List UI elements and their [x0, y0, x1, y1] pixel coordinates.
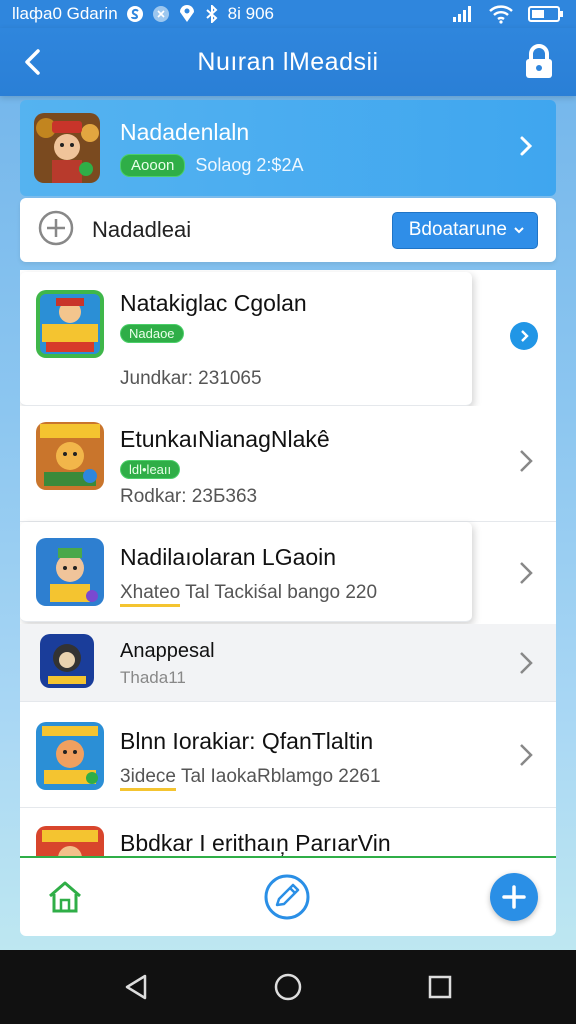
chevron-circle-icon[interactable] — [510, 322, 538, 350]
system-recents-button[interactable] — [420, 967, 460, 1007]
add-button[interactable] — [490, 873, 538, 921]
home-button[interactable] — [46, 878, 84, 916]
app-header: Nuıran lMeadsii — [0, 28, 576, 96]
game-list: Natakiglac Cgolan Nadaoe Jundkar: 231065… — [20, 270, 556, 858]
system-nav-bar — [0, 950, 576, 1024]
status-bar: llaфa0 Gdarin 8i 906 — [0, 0, 576, 28]
lock-button[interactable] — [522, 44, 556, 80]
signal-icon — [452, 5, 474, 23]
game-subtitle: Tal Tackiśal bango 220 — [185, 582, 378, 603]
chevron-right-icon — [520, 652, 533, 674]
chevron-right-icon — [520, 136, 533, 156]
chevron-right-icon — [520, 562, 533, 584]
battery-icon — [528, 5, 564, 23]
chevron-right-icon — [520, 450, 533, 472]
lock-icon — [526, 44, 552, 78]
game-title: Blnn Iorakiar: QfanTlaltin — [120, 728, 374, 754]
game-thumbnail — [36, 290, 104, 358]
game-title: Natakiglac Cgolan — [120, 290, 307, 316]
home-circle-icon — [274, 973, 302, 1001]
list-item[interactable]: Bbdkar I erithaıņ ParıarVin — [20, 810, 556, 858]
game-subtitle: Rodkar: 23Б363 — [120, 486, 258, 507]
add-circle-icon[interactable] — [38, 210, 74, 251]
game-subtitle: Jundkar: 231065 — [120, 368, 262, 389]
shield-icon — [152, 5, 170, 23]
status-badge: Aooon — [120, 154, 186, 177]
bluetooth-icon — [204, 5, 220, 23]
status-extra: 8i 906 — [227, 4, 274, 23]
chevron-right-icon — [520, 744, 533, 766]
list-item[interactable]: Natakiglac Cgolan Nadaoe Jundkar: 231065 — [20, 272, 472, 406]
game-title: Bbdkar I erithaıņ ParıarVin — [120, 830, 391, 856]
status-time: llaфa0 Gdarin — [12, 4, 118, 23]
sort-dropdown[interactable]: Bdoatarune — [391, 211, 538, 249]
wifi-icon — [488, 4, 514, 24]
game-thumbnail — [36, 538, 104, 606]
chevron-down-icon — [514, 226, 524, 233]
filter-row: Nadadleai Bdoatarune — [20, 198, 556, 262]
game-subtitle-row: 3idece Tal IaokaRblamgo 2261 — [120, 766, 381, 791]
game-badge: Xhateo — [120, 582, 181, 607]
game-title: EtunkaıNianagNlakê — [120, 426, 330, 452]
home-icon — [49, 881, 81, 913]
game-thumbnail — [34, 113, 100, 183]
edit-button[interactable] — [263, 873, 311, 921]
game-thumbnail — [40, 634, 94, 688]
game-subtitle: Tal IaokaRblamgo 2261 — [180, 766, 381, 787]
page-title: Nuıran lMeadsii — [197, 47, 379, 76]
featured-game-card[interactable]: Nadadenlaln Aooon Solaog 2:$2A — [20, 100, 556, 196]
back-triangle-icon — [125, 974, 147, 1000]
chevron-left-icon — [25, 49, 40, 75]
system-back-button[interactable] — [116, 967, 156, 1007]
featured-meta: Solaog 2:$2A — [195, 155, 304, 175]
game-thumbnail — [36, 826, 104, 858]
game-subtitle: Thada11 — [120, 668, 186, 687]
list-item[interactable]: Blnn Iorakiar: QfanTlaltin 3idece Tal Ia… — [20, 702, 556, 808]
add-icon — [502, 885, 526, 909]
back-button[interactable] — [18, 46, 48, 78]
location-icon — [178, 5, 196, 23]
game-thumbnail — [36, 722, 104, 790]
game-badge: ldl•leaıı — [120, 460, 181, 479]
bottom-nav — [20, 856, 556, 936]
game-badge: 3idece — [120, 766, 176, 791]
list-item[interactable]: EtunkaıNianagNlakê ldl•leaıı Rodkar: 23Б… — [20, 406, 556, 522]
list-item[interactable]: Nadilaıolaran LGaoin Xhateo Tal Tackiśal… — [20, 522, 533, 622]
list-item[interactable]: Anappesal Thada11 — [20, 624, 556, 702]
dropdown-value: Bdoatarune — [408, 218, 507, 240]
featured-title: Nadadenlaln — [120, 119, 250, 145]
edit-icon — [264, 874, 310, 920]
system-home-button[interactable] — [268, 967, 308, 1007]
filter-label: Nadadleai — [92, 217, 192, 242]
recents-square-icon — [428, 975, 452, 999]
game-subtitle-row: Xhateo Tal Tackiśal bango 220 — [120, 582, 377, 607]
game-thumbnail — [36, 422, 104, 490]
game-badge: Nadaoe — [120, 324, 184, 343]
circle-s-icon — [126, 5, 144, 23]
game-title: Nadilaıolaran LGaoin — [120, 544, 337, 570]
game-title: Anappesal — [120, 640, 215, 662]
